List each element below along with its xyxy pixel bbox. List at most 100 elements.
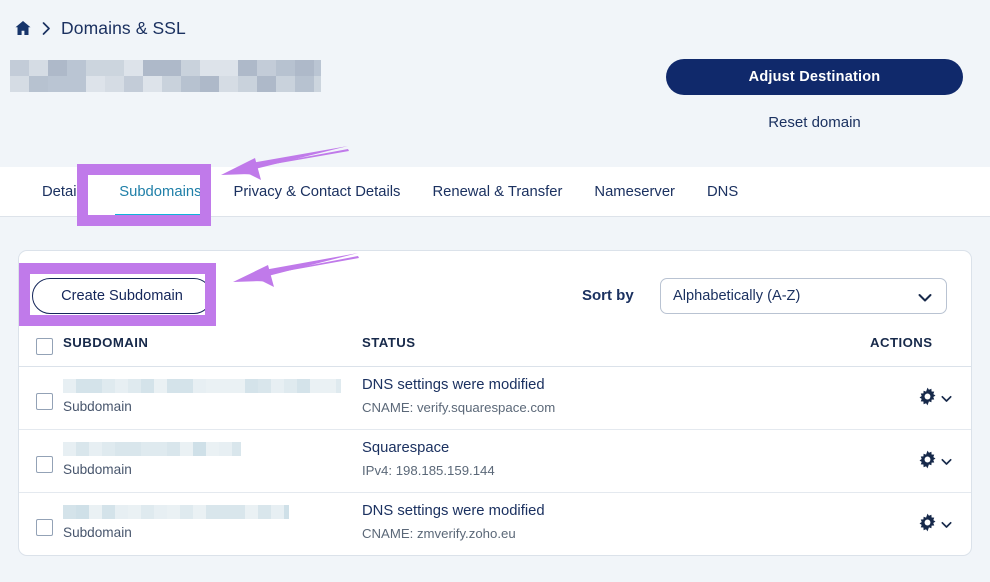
gear-icon[interactable] (918, 450, 937, 474)
redaction-pixel (276, 76, 295, 92)
redaction-pixel (238, 60, 257, 76)
redaction-pixel (29, 60, 48, 76)
redaction-pixel (128, 505, 141, 519)
tab-privacy-contact-details[interactable]: Privacy & Contact Details (218, 167, 417, 217)
redaction-pixel (76, 442, 89, 456)
reset-domain-link[interactable]: Reset domain (666, 114, 963, 131)
redaction-pixel (238, 76, 257, 92)
sort-by-select[interactable]: Alphabetically (A-Z) (660, 278, 947, 314)
redaction-pixel (257, 60, 276, 76)
redaction-pixel (314, 60, 321, 76)
redaction-pixel (310, 379, 323, 393)
chevron-down-icon[interactable] (941, 390, 952, 408)
create-subdomain-button[interactable]: Create Subdomain (32, 278, 212, 314)
redaction-pixel (232, 379, 245, 393)
panel-toolbar: Create Subdomain Sort by Alphabetically … (19, 251, 971, 335)
row-select-checkbox[interactable] (36, 393, 53, 410)
redaction-pixel (167, 442, 180, 456)
redaction-pixel (219, 505, 232, 519)
redaction-pixel (89, 442, 102, 456)
redaction-pixel (48, 76, 67, 92)
redaction-pixel (271, 505, 284, 519)
row-actions-menu[interactable] (918, 387, 952, 411)
redaction-pixel (10, 76, 29, 92)
tab-renewal-transfer[interactable]: Renewal & Transfer (416, 167, 578, 217)
redaction-pixel (258, 379, 271, 393)
status-detail-text: CNAME: zmverify.zoho.eu (362, 526, 516, 541)
redaction-pixel (206, 442, 219, 456)
redaction-pixel (219, 379, 232, 393)
redaction-pixel (105, 60, 124, 76)
redaction-pixel (154, 442, 167, 456)
row-select-checkbox[interactable] (36, 456, 53, 473)
home-icon[interactable] (14, 19, 32, 37)
tab-dns[interactable]: DNS (691, 167, 754, 217)
redaction-pixel (219, 76, 238, 92)
redaction-pixel (180, 442, 193, 456)
sort-by-label: Sort by (582, 287, 634, 304)
adjust-destination-button[interactable]: Adjust Destination (666, 59, 963, 95)
redaction-pixel (124, 60, 143, 76)
gear-icon[interactable] (918, 387, 937, 411)
tab-details[interactable]: Details (26, 167, 103, 217)
redaction-pixel (102, 442, 115, 456)
tab-list: Details Subdomains Privacy & Contact Detai… (26, 167, 754, 217)
redaction-pixel (295, 60, 314, 76)
select-all-checkbox[interactable] (36, 338, 53, 355)
redaction-pixel (167, 505, 180, 519)
tab-subdomains[interactable]: Subdomains (103, 167, 217, 217)
status-text: DNS settings were modified (362, 377, 545, 393)
redaction-pixel (181, 60, 200, 76)
subdomain-type-label: Subdomain (63, 462, 132, 477)
redaction-pixel (206, 505, 219, 519)
table-body: Subdomain DNS settings were modified CNAME… (19, 367, 971, 555)
redaction-pixel (86, 76, 105, 92)
redaction-pixel (257, 76, 276, 92)
table-row[interactable]: Subdomain DNS settings were modified CNAME… (19, 367, 971, 430)
redaction-pixel (336, 379, 341, 393)
redaction-pixel (67, 76, 86, 92)
redaction-pixel (200, 76, 219, 92)
gear-icon[interactable] (918, 513, 937, 537)
redaction-pixel (143, 60, 162, 76)
redaction-pixel (245, 505, 258, 519)
subdomain-name-redacted (63, 442, 241, 456)
redaction-pixel (63, 442, 76, 456)
row-actions-menu[interactable] (918, 450, 952, 474)
column-header-actions: ACTIONS (870, 335, 933, 350)
redaction-pixel (219, 60, 238, 76)
redaction-pixel (162, 60, 181, 76)
subdomain-type-label: Subdomain (63, 399, 132, 414)
breadcrumb-label[interactable]: Domains & SSL (61, 18, 186, 39)
redaction-pixel (124, 76, 143, 92)
breadcrumb: Domains & SSL (14, 14, 186, 42)
tab-bar: Details Subdomains Privacy & Contact Detai… (0, 167, 990, 217)
subdomain-name-redacted (63, 379, 341, 393)
redaction-pixel (219, 442, 232, 456)
subdomain-type-label: Subdomain (63, 525, 132, 540)
column-header-status: STATUS (362, 335, 416, 350)
domain-title-redacted (10, 60, 321, 92)
table-row[interactable]: Subdomain Squarespace IPv4: 198.185.159.14… (19, 430, 971, 493)
chevron-down-icon[interactable] (941, 516, 952, 534)
redaction-pixel (180, 379, 193, 393)
redaction-pixel (232, 442, 241, 456)
redaction-pixel (76, 379, 89, 393)
row-select-checkbox[interactable] (36, 519, 53, 536)
redaction-pixel (102, 379, 115, 393)
row-actions-menu[interactable] (918, 513, 952, 537)
tab-nameserver[interactable]: Nameserver (578, 167, 691, 217)
redaction-pixel (276, 60, 295, 76)
redaction-pixel (105, 76, 124, 92)
table-row[interactable]: Subdomain DNS settings were modified CNAME… (19, 493, 971, 555)
redaction-pixel (143, 76, 162, 92)
status-detail-text: IPv4: 198.185.159.144 (362, 463, 495, 478)
redaction-pixel (167, 379, 180, 393)
redaction-pixel (206, 379, 219, 393)
status-detail-text: CNAME: verify.squarespace.com (362, 400, 556, 415)
redaction-pixel (141, 379, 154, 393)
redaction-pixel (180, 505, 193, 519)
chevron-down-icon[interactable] (941, 453, 952, 471)
redaction-pixel (89, 379, 102, 393)
redaction-pixel (295, 76, 314, 92)
